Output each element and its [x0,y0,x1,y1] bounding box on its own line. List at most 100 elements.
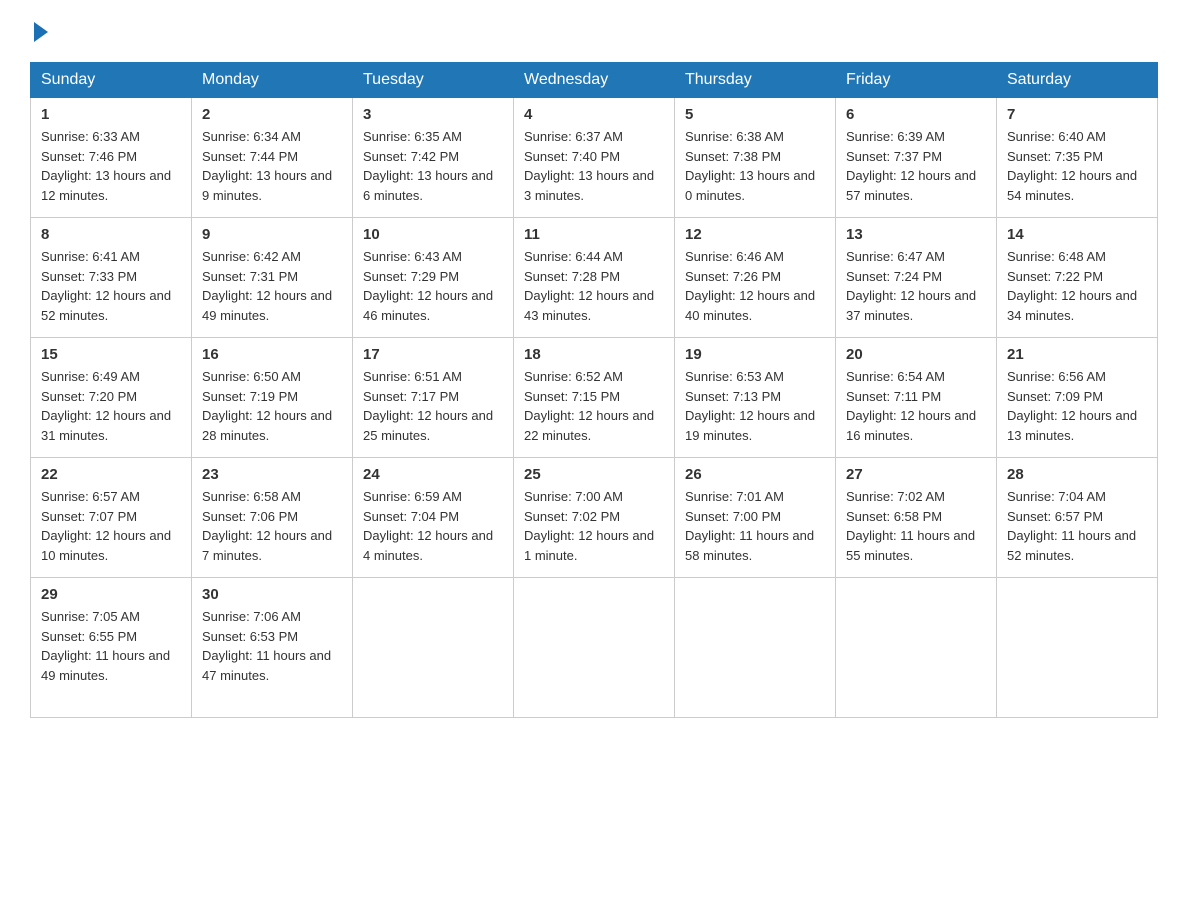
calendar-cell: 19 Sunrise: 6:53 AM Sunset: 7:13 PM Dayl… [675,338,836,458]
calendar-cell: 29 Sunrise: 7:05 AM Sunset: 6:55 PM Dayl… [31,578,192,718]
weekday-header-monday: Monday [192,63,353,98]
day-info: Sunrise: 6:50 AM Sunset: 7:19 PM Dayligh… [202,367,342,445]
day-info: Sunrise: 6:58 AM Sunset: 7:06 PM Dayligh… [202,487,342,565]
day-number: 13 [846,226,986,243]
weekday-header-saturday: Saturday [997,63,1158,98]
calendar-cell: 6 Sunrise: 6:39 AM Sunset: 7:37 PM Dayli… [836,98,997,218]
calendar-week-4: 22 Sunrise: 6:57 AM Sunset: 7:07 PM Dayl… [31,458,1158,578]
day-number: 7 [1007,106,1147,123]
calendar-cell: 15 Sunrise: 6:49 AM Sunset: 7:20 PM Dayl… [31,338,192,458]
day-info: Sunrise: 6:33 AM Sunset: 7:46 PM Dayligh… [41,127,181,205]
day-number: 18 [524,346,664,363]
day-info: Sunrise: 6:56 AM Sunset: 7:09 PM Dayligh… [1007,367,1147,445]
day-number: 26 [685,466,825,483]
calendar-cell: 1 Sunrise: 6:33 AM Sunset: 7:46 PM Dayli… [31,98,192,218]
day-info: Sunrise: 6:53 AM Sunset: 7:13 PM Dayligh… [685,367,825,445]
day-number: 17 [363,346,503,363]
calendar-cell: 28 Sunrise: 7:04 AM Sunset: 6:57 PM Dayl… [997,458,1158,578]
day-info: Sunrise: 6:51 AM Sunset: 7:17 PM Dayligh… [363,367,503,445]
weekday-header-friday: Friday [836,63,997,98]
calendar-cell: 14 Sunrise: 6:48 AM Sunset: 7:22 PM Dayl… [997,218,1158,338]
day-number: 2 [202,106,342,123]
day-info: Sunrise: 6:35 AM Sunset: 7:42 PM Dayligh… [363,127,503,205]
day-info: Sunrise: 6:49 AM Sunset: 7:20 PM Dayligh… [41,367,181,445]
day-info: Sunrise: 7:01 AM Sunset: 7:00 PM Dayligh… [685,487,825,565]
calendar-cell: 18 Sunrise: 6:52 AM Sunset: 7:15 PM Dayl… [514,338,675,458]
calendar-cell: 17 Sunrise: 6:51 AM Sunset: 7:17 PM Dayl… [353,338,514,458]
calendar-table: SundayMondayTuesdayWednesdayThursdayFrid… [30,62,1158,718]
day-number: 23 [202,466,342,483]
logo-arrow-icon [34,22,48,42]
calendar-cell: 11 Sunrise: 6:44 AM Sunset: 7:28 PM Dayl… [514,218,675,338]
day-info: Sunrise: 7:04 AM Sunset: 6:57 PM Dayligh… [1007,487,1147,565]
day-info: Sunrise: 7:02 AM Sunset: 6:58 PM Dayligh… [846,487,986,565]
calendar-cell: 12 Sunrise: 6:46 AM Sunset: 7:26 PM Dayl… [675,218,836,338]
day-number: 4 [524,106,664,123]
day-info: Sunrise: 6:59 AM Sunset: 7:04 PM Dayligh… [363,487,503,565]
day-number: 22 [41,466,181,483]
day-number: 30 [202,586,342,603]
calendar-cell: 26 Sunrise: 7:01 AM Sunset: 7:00 PM Dayl… [675,458,836,578]
calendar-cell: 3 Sunrise: 6:35 AM Sunset: 7:42 PM Dayli… [353,98,514,218]
weekday-header-tuesday: Tuesday [353,63,514,98]
calendar-cell: 13 Sunrise: 6:47 AM Sunset: 7:24 PM Dayl… [836,218,997,338]
calendar-week-1: 1 Sunrise: 6:33 AM Sunset: 7:46 PM Dayli… [31,98,1158,218]
weekday-header-sunday: Sunday [31,63,192,98]
day-info: Sunrise: 6:43 AM Sunset: 7:29 PM Dayligh… [363,247,503,325]
page-header [30,20,1158,42]
calendar-cell [997,578,1158,718]
calendar-cell: 27 Sunrise: 7:02 AM Sunset: 6:58 PM Dayl… [836,458,997,578]
day-info: Sunrise: 6:41 AM Sunset: 7:33 PM Dayligh… [41,247,181,325]
calendar-week-3: 15 Sunrise: 6:49 AM Sunset: 7:20 PM Dayl… [31,338,1158,458]
day-number: 20 [846,346,986,363]
day-number: 1 [41,106,181,123]
day-info: Sunrise: 6:54 AM Sunset: 7:11 PM Dayligh… [846,367,986,445]
day-info: Sunrise: 6:46 AM Sunset: 7:26 PM Dayligh… [685,247,825,325]
day-number: 27 [846,466,986,483]
day-number: 25 [524,466,664,483]
calendar-cell: 10 Sunrise: 6:43 AM Sunset: 7:29 PM Dayl… [353,218,514,338]
day-info: Sunrise: 6:42 AM Sunset: 7:31 PM Dayligh… [202,247,342,325]
calendar-week-5: 29 Sunrise: 7:05 AM Sunset: 6:55 PM Dayl… [31,578,1158,718]
calendar-cell: 23 Sunrise: 6:58 AM Sunset: 7:06 PM Dayl… [192,458,353,578]
calendar-cell: 20 Sunrise: 6:54 AM Sunset: 7:11 PM Dayl… [836,338,997,458]
day-info: Sunrise: 6:44 AM Sunset: 7:28 PM Dayligh… [524,247,664,325]
calendar-header-row: SundayMondayTuesdayWednesdayThursdayFrid… [31,63,1158,98]
calendar-cell: 25 Sunrise: 7:00 AM Sunset: 7:02 PM Dayl… [514,458,675,578]
calendar-cell: 9 Sunrise: 6:42 AM Sunset: 7:31 PM Dayli… [192,218,353,338]
day-number: 3 [363,106,503,123]
logo [30,20,48,42]
day-number: 29 [41,586,181,603]
calendar-cell [353,578,514,718]
day-number: 5 [685,106,825,123]
day-number: 14 [1007,226,1147,243]
calendar-cell: 8 Sunrise: 6:41 AM Sunset: 7:33 PM Dayli… [31,218,192,338]
calendar-body: 1 Sunrise: 6:33 AM Sunset: 7:46 PM Dayli… [31,98,1158,718]
calendar-cell [675,578,836,718]
day-number: 21 [1007,346,1147,363]
calendar-cell: 2 Sunrise: 6:34 AM Sunset: 7:44 PM Dayli… [192,98,353,218]
day-number: 6 [846,106,986,123]
calendar-cell: 24 Sunrise: 6:59 AM Sunset: 7:04 PM Dayl… [353,458,514,578]
day-number: 12 [685,226,825,243]
day-number: 15 [41,346,181,363]
day-number: 19 [685,346,825,363]
day-info: Sunrise: 6:34 AM Sunset: 7:44 PM Dayligh… [202,127,342,205]
day-number: 9 [202,226,342,243]
calendar-cell [514,578,675,718]
calendar-cell: 16 Sunrise: 6:50 AM Sunset: 7:19 PM Dayl… [192,338,353,458]
day-info: Sunrise: 6:47 AM Sunset: 7:24 PM Dayligh… [846,247,986,325]
calendar-cell: 4 Sunrise: 6:37 AM Sunset: 7:40 PM Dayli… [514,98,675,218]
day-info: Sunrise: 6:37 AM Sunset: 7:40 PM Dayligh… [524,127,664,205]
day-number: 28 [1007,466,1147,483]
calendar-cell: 30 Sunrise: 7:06 AM Sunset: 6:53 PM Dayl… [192,578,353,718]
day-info: Sunrise: 7:00 AM Sunset: 7:02 PM Dayligh… [524,487,664,565]
day-number: 24 [363,466,503,483]
day-info: Sunrise: 6:40 AM Sunset: 7:35 PM Dayligh… [1007,127,1147,205]
calendar-cell [836,578,997,718]
day-number: 8 [41,226,181,243]
day-info: Sunrise: 6:57 AM Sunset: 7:07 PM Dayligh… [41,487,181,565]
day-number: 10 [363,226,503,243]
calendar-cell: 7 Sunrise: 6:40 AM Sunset: 7:35 PM Dayli… [997,98,1158,218]
day-info: Sunrise: 7:05 AM Sunset: 6:55 PM Dayligh… [41,607,181,685]
